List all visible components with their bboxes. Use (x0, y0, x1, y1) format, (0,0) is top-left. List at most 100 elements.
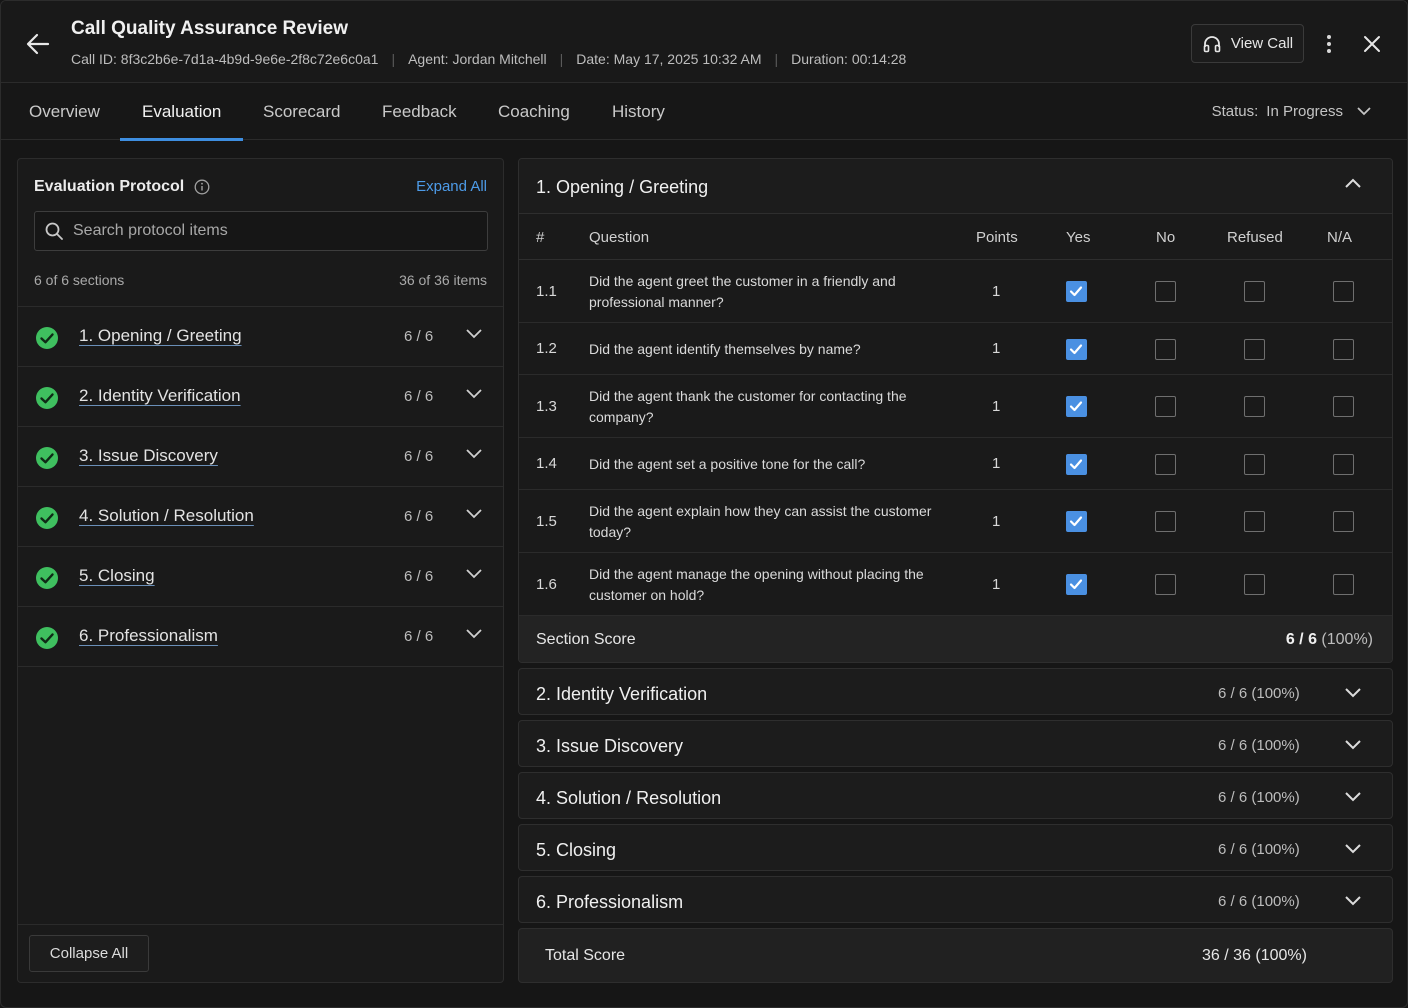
close-icon (1364, 36, 1380, 52)
section-link[interactable]: 5. Closing (79, 566, 155, 586)
section-card-collapsed[interactable]: 4. Solution / Resolution 6 / 6 (100%) (518, 772, 1393, 819)
chevron-down-icon (466, 569, 482, 579)
tab-scorecard[interactable]: Scorecard (263, 83, 340, 140)
section-header[interactable]: 1. Opening / Greeting (519, 159, 1392, 214)
headphones-icon (1203, 35, 1221, 52)
section-list-item[interactable]: 3. Issue Discovery 6 / 6 (18, 427, 503, 487)
search-box[interactable] (34, 211, 488, 251)
checkbox-na[interactable] (1333, 281, 1354, 302)
status-dropdown[interactable]: Status: In Progress (1212, 83, 1371, 140)
table-row: 1.2 Did the agent identify themselves by … (519, 323, 1392, 375)
collapse-all-button[interactable]: Collapse All (29, 935, 149, 972)
chevron-down-icon (1345, 688, 1361, 698)
tab-coaching[interactable]: Coaching (498, 83, 570, 140)
checkmark-icon (1069, 516, 1083, 527)
checkbox-na[interactable] (1333, 453, 1354, 475)
section-card-collapsed[interactable]: 6. Professionalism 6 / 6 (100%) (518, 876, 1393, 923)
checkbox-no[interactable] (1155, 453, 1176, 475)
info-icon[interactable] (194, 179, 210, 195)
app-window: Call Quality Assurance Review Call ID: 8… (0, 0, 1408, 1008)
question-number: 1.4 (536, 455, 557, 472)
question-points: 1 (992, 455, 1001, 472)
checkbox-yes[interactable] (1066, 453, 1087, 475)
section-list-item[interactable]: 5. Closing 6 / 6 (18, 547, 503, 607)
question-text: Did the agent set a positive tone for th… (589, 455, 866, 472)
checkbox-yes[interactable] (1066, 338, 1087, 360)
tab-evaluation[interactable]: Evaluation (119, 83, 244, 141)
question-number: 1.5 (536, 512, 557, 530)
checkbox-na[interactable] (1333, 338, 1354, 360)
section-link[interactable]: 6. Professionalism (79, 626, 218, 646)
view-call-button[interactable]: View Call (1191, 24, 1304, 63)
tab-feedback[interactable]: Feedback (382, 83, 457, 140)
section-title: 4. Solution / Resolution (536, 788, 722, 808)
section-list-item[interactable]: 4. Solution / Resolution 6 / 6 (18, 487, 503, 547)
chevron-down-icon (1345, 896, 1361, 906)
section-title: 6. Professionalism (536, 892, 684, 912)
more-options-button[interactable] (1318, 31, 1340, 57)
check-circle-icon (36, 567, 58, 589)
table-row: 1.4 Did the agent set a positive tone for… (519, 438, 1392, 490)
checkbox-no[interactable] (1155, 511, 1176, 532)
chevron-down-icon (1345, 844, 1361, 854)
checkbox-na[interactable] (1333, 396, 1354, 417)
section-count: 6 / 6 (404, 568, 434, 585)
section-score: 6 / 6 (100%) (1218, 841, 1300, 858)
question-text: Did the agent manage the opening without… (589, 565, 924, 603)
section-card-opening: 1. Opening / Greeting # Question Points … (518, 158, 1393, 663)
tab-overview[interactable]: Overview (29, 83, 100, 140)
question-text: Did the agent greet the customer in a fr… (589, 272, 896, 310)
table-header: # Question Points Yes No Refused N/A (519, 214, 1392, 260)
chevron-down-icon (466, 449, 482, 459)
checkbox-refused[interactable] (1244, 338, 1265, 360)
protocol-counts: 6 of 6 sections 36 of 36 items (34, 272, 487, 288)
checkbox-no[interactable] (1155, 574, 1176, 595)
checkbox-no[interactable] (1155, 281, 1176, 302)
checkbox-refused[interactable] (1244, 396, 1265, 417)
section-score-label: Section Score (536, 631, 636, 648)
section-link[interactable]: 3. Issue Discovery (79, 446, 218, 466)
tab-history[interactable]: History (612, 83, 665, 140)
question-text: Did the agent explain how they can assis… (589, 502, 932, 540)
checkbox-refused[interactable] (1244, 281, 1265, 302)
checkbox-yes[interactable] (1066, 396, 1087, 417)
view-call-label: View Call (1230, 35, 1294, 52)
section-card-collapsed[interactable]: 2. Identity Verification 6 / 6 (100%) (518, 668, 1393, 715)
checkbox-yes[interactable] (1066, 574, 1087, 595)
checkbox-na[interactable] (1333, 511, 1354, 532)
expand-all-link[interactable]: Expand All (416, 178, 487, 195)
checkbox-no[interactable] (1155, 338, 1176, 360)
section-list: 1. Opening / Greeting 6 / 6 2. Identity Ve… (18, 306, 503, 667)
check-circle-icon (36, 447, 58, 469)
section-card-collapsed[interactable]: 3. Issue Discovery 6 / 6 (100%) (518, 720, 1393, 767)
checkbox-no[interactable] (1155, 396, 1176, 417)
call-duration: Duration: 00:14:28 (791, 51, 907, 67)
section-link[interactable]: 2. Identity Verification (79, 386, 241, 406)
meta-separator: | (559, 51, 564, 67)
section-list-item[interactable]: 2. Identity Verification 6 / 6 (18, 367, 503, 427)
col-question: Question (589, 229, 650, 246)
checkbox-yes[interactable] (1066, 281, 1087, 302)
question-text: Did the agent identify themselves by nam… (589, 340, 861, 357)
close-button[interactable] (1359, 31, 1385, 57)
checkbox-refused[interactable] (1244, 453, 1265, 475)
panel-title: Evaluation Protocol (34, 178, 210, 196)
section-list-item[interactable]: 6. Professionalism 6 / 6 (18, 607, 503, 667)
col-yes: Yes (1066, 229, 1091, 246)
check-circle-icon (36, 327, 58, 349)
section-link[interactable]: 1. Opening / Greeting (79, 326, 242, 346)
col-points: Points (976, 229, 1018, 246)
section-link[interactable]: 4. Solution / Resolution (79, 506, 254, 526)
question-points: 1 (992, 282, 1001, 300)
search-input[interactable] (73, 222, 473, 240)
section-list-item[interactable]: 1. Opening / Greeting 6 / 6 (18, 307, 503, 367)
chevron-down-icon (1345, 792, 1361, 802)
checkbox-na[interactable] (1333, 574, 1354, 595)
checkbox-refused[interactable] (1244, 511, 1265, 532)
checkbox-yes[interactable] (1066, 511, 1087, 532)
collapsed-sections: 2. Identity Verification 6 / 6 (100%) 3. I… (518, 668, 1393, 923)
section-card-collapsed[interactable]: 5. Closing 6 / 6 (100%) (518, 824, 1393, 871)
back-button[interactable] (23, 29, 53, 59)
call-meta: Call ID: 8f3c2b6e-7d1a-4b9d-9e6e-2f8c72e… (71, 51, 906, 67)
checkbox-refused[interactable] (1244, 574, 1265, 595)
